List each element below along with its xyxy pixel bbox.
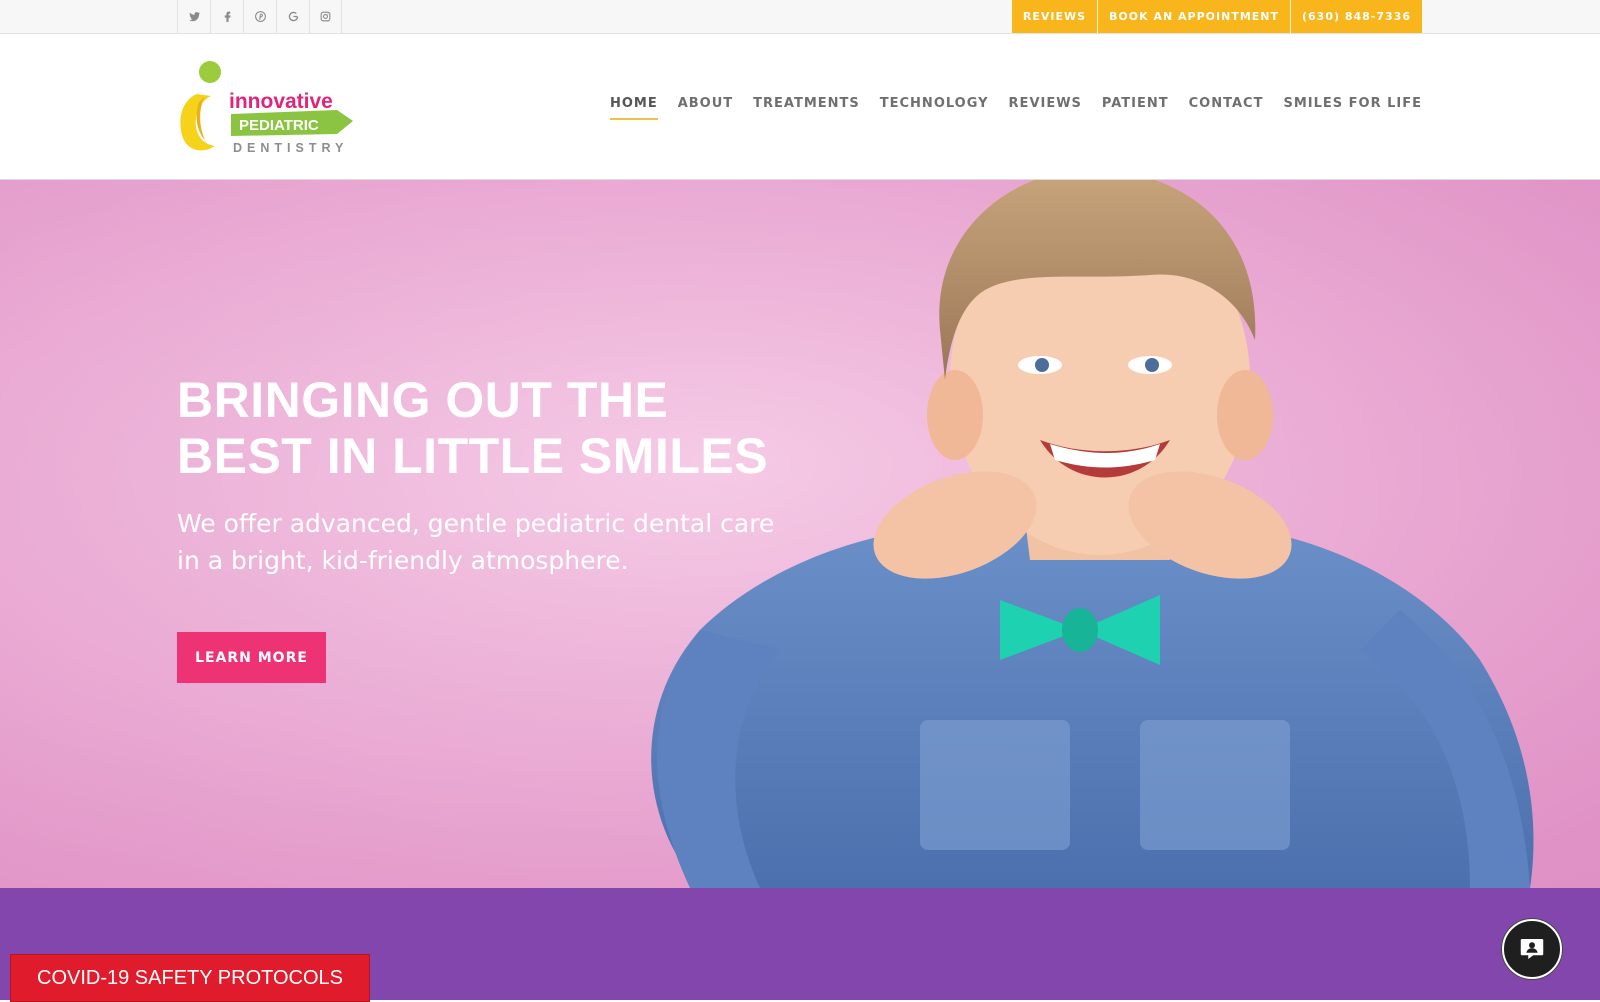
- nav-item-patient[interactable]: PATIENT: [1102, 96, 1169, 117]
- chat-icon[interactable]: [1502, 919, 1562, 979]
- nav-item-technology[interactable]: TECHNOLOGY: [880, 96, 989, 117]
- site-logo[interactable]: innovative PEDIATRIC DENTISTRY: [177, 60, 355, 155]
- hero-banner: BRINGING OUT THE BEST IN LITTLE SMILES W…: [0, 180, 1600, 888]
- hero-title: BRINGING OUT THE BEST IN LITTLE SMILES: [177, 372, 768, 484]
- top-utility-bar: REVIEWS BOOK AN APPOINTMENT (630) 848-73…: [0, 0, 1600, 34]
- nav-item-home[interactable]: HOME: [609, 96, 658, 120]
- learn-more-button[interactable]: LEARN MORE: [177, 632, 326, 683]
- nav-item-about[interactable]: ABOUT: [678, 96, 733, 117]
- logo-word-innovative: innovative: [229, 90, 333, 113]
- twitter-icon[interactable]: [177, 0, 210, 33]
- covid-safety-protocols-button[interactable]: COVID-19 SAFETY PROTOCOLS: [10, 954, 370, 1002]
- hero-title-line-1: BRINGING OUT THE: [177, 372, 669, 428]
- hero-subtitle: We offer advanced, gentle pediatric dent…: [177, 509, 775, 575]
- logo-word-pediatric: PEDIATRIC: [239, 117, 319, 134]
- site-header: innovative PEDIATRIC DENTISTRY HOME ABOU…: [0, 34, 1600, 180]
- logo-word-dentistry: DENTISTRY: [233, 141, 348, 154]
- top-link-phone[interactable]: (630) 848-7336: [1290, 0, 1422, 33]
- social-links: [177, 0, 342, 33]
- pinterest-icon[interactable]: [243, 0, 276, 33]
- google-icon[interactable]: [276, 0, 309, 33]
- main-nav: HOME ABOUT TREATMENTS TECHNOLOGY REVIEWS…: [609, 96, 1422, 120]
- top-link-book-appointment[interactable]: BOOK AN APPOINTMENT: [1097, 0, 1290, 33]
- nav-item-reviews[interactable]: REVIEWS: [1009, 96, 1082, 117]
- nav-item-treatments[interactable]: TREATMENTS: [753, 96, 860, 117]
- hero-title-line-2: BEST IN LITTLE SMILES: [177, 428, 769, 484]
- nav-item-contact[interactable]: CONTACT: [1189, 96, 1264, 117]
- top-link-reviews[interactable]: REVIEWS: [1011, 0, 1098, 33]
- nav-item-smiles-for-life[interactable]: SMILES FOR LIFE: [1283, 96, 1422, 117]
- top-links: REVIEWS BOOK AN APPOINTMENT (630) 848-73…: [1011, 0, 1422, 33]
- facebook-icon[interactable]: [210, 0, 243, 33]
- instagram-icon[interactable]: [309, 0, 342, 33]
